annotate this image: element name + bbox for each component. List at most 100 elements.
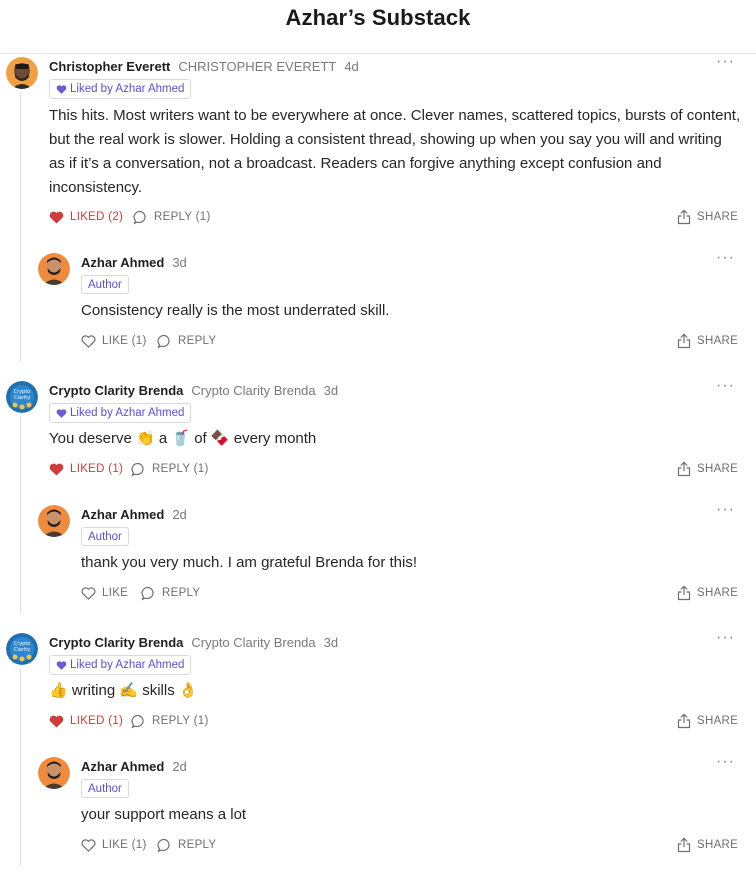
share-button[interactable]: SHARE [677, 711, 738, 731]
liked-by-author-badge: Liked by Azhar Ahmed [49, 655, 192, 675]
like-button[interactable]: LIKE (1) [81, 835, 147, 855]
avatar-crypto-clarity-brenda[interactable]: Crypto Clarity [6, 633, 38, 665]
liked-by-author-badge: Liked by Azhar Ahmed [49, 79, 192, 99]
liked-by-label: Liked by Azhar Ahmed [70, 659, 185, 671]
comment-text: thank you very much. I am grateful Brend… [81, 554, 417, 571]
heart-icon [56, 409, 67, 418]
comment-text: 👍 writing ✍️ skills 👌 [49, 682, 198, 699]
reply-label: REPLY (1) [152, 463, 209, 475]
avatar-christopher[interactable] [6, 57, 38, 89]
like-label: LIKED (1) [70, 715, 124, 727]
reply-button[interactable]: REPLY (1) [131, 711, 209, 731]
share-label: SHARE [697, 463, 739, 475]
more-options-button[interactable]: ··· [716, 53, 735, 71]
avatar-azhar[interactable] [38, 253, 70, 285]
share-icon [677, 209, 691, 225]
header-bar: Azhar’s Substack [0, 0, 756, 54]
author-handle[interactable]: Crypto Clarity Brenda [191, 635, 315, 650]
comment-text: You deserve 👏 a 🥤 of 🍫 every month [49, 430, 317, 447]
like-button[interactable]: LIKED (1) [49, 459, 123, 479]
comment-actions: LIKE (1) REPLY SHARE [81, 331, 741, 351]
comment-meta: Christopher Everett CHRISTOPHER EVERETT … [49, 57, 359, 75]
comment-actions: LIKED (1) REPLY (1) SHARE [49, 711, 741, 731]
reply-button[interactable]: REPLY [157, 331, 216, 351]
comment-actions: LIKED (1) REPLY (1) SHARE [49, 459, 741, 479]
comment-meta: Azhar Ahmed 3d [81, 253, 187, 271]
author-name[interactable]: Azhar Ahmed [81, 759, 164, 774]
reply-label: REPLY (1) [152, 715, 209, 727]
reply-button[interactable]: REPLY (1) [133, 207, 211, 227]
timestamp[interactable]: 4d [344, 59, 358, 74]
comment-meta: Azhar Ahmed 2d [81, 757, 187, 775]
author-name[interactable]: Azhar Ahmed [81, 255, 164, 270]
reply-label: REPLY [178, 335, 217, 347]
like-label: LIKE (1) [102, 335, 147, 347]
like-label: LIKED (2) [70, 211, 124, 223]
timestamp[interactable]: 3d [172, 255, 186, 270]
comment-meta: Crypto Clarity Brenda Crypto Clarity Bre… [49, 633, 338, 651]
reply-button[interactable]: REPLY [141, 583, 200, 603]
share-button[interactable]: SHARE [677, 583, 738, 603]
reply-button[interactable]: REPLY [157, 835, 216, 855]
thread-line [20, 92, 21, 362]
like-button[interactable]: LIKE [81, 583, 128, 603]
avatar-crypto-clarity-brenda[interactable]: Crypto Clarity [6, 381, 38, 413]
speech-bubble-icon [131, 714, 144, 728]
like-label: LIKE [102, 587, 129, 599]
like-button[interactable]: LIKED (1) [49, 711, 123, 731]
page-title[interactable]: Azhar’s Substack [0, 5, 756, 31]
comment-actions: LIKE REPLY SHARE [81, 583, 741, 603]
author-handle[interactable]: CHRISTOPHER EVERETT [178, 59, 336, 74]
author-badge: Author [81, 275, 129, 294]
more-options-button[interactable]: ··· [716, 629, 735, 647]
share-label: SHARE [697, 211, 739, 223]
speech-bubble-icon [157, 334, 170, 348]
reply-label: REPLY [178, 839, 217, 851]
share-button[interactable]: SHARE [677, 459, 738, 479]
like-button[interactable]: LIKE (1) [81, 331, 147, 351]
share-icon [677, 713, 691, 729]
heart-icon [56, 85, 67, 94]
author-name[interactable]: Crypto Clarity Brenda [49, 635, 183, 650]
author-name[interactable]: Crypto Clarity Brenda [49, 383, 183, 398]
timestamp[interactable]: 3d [324, 383, 338, 398]
heart-outline-icon [81, 586, 96, 600]
comment-meta: Crypto Clarity Brenda Crypto Clarity Bre… [49, 381, 338, 399]
avatar-azhar[interactable] [38, 505, 70, 537]
share-icon [677, 461, 691, 477]
speech-bubble-icon [133, 210, 146, 224]
more-options-button[interactable]: ··· [716, 249, 735, 267]
timestamp[interactable]: 3d [324, 635, 338, 650]
share-label: SHARE [697, 587, 739, 599]
share-icon [677, 837, 691, 853]
speech-bubble-icon [131, 462, 144, 476]
timestamp[interactable]: 2d [172, 507, 186, 522]
more-options-button[interactable]: ··· [716, 377, 735, 395]
share-button[interactable]: SHARE [677, 331, 738, 351]
liked-by-label: Liked by Azhar Ahmed [70, 407, 185, 419]
timestamp[interactable]: 2d [172, 759, 186, 774]
reply-button[interactable]: REPLY (1) [131, 459, 209, 479]
author-name[interactable]: Christopher Everett [49, 59, 170, 74]
share-button[interactable]: SHARE [677, 835, 738, 855]
avatar-azhar[interactable] [38, 757, 70, 789]
heart-icon [56, 661, 67, 670]
share-icon [677, 585, 691, 601]
share-icon [677, 333, 691, 349]
thread-line [20, 416, 21, 614]
like-label: LIKE (1) [102, 839, 147, 851]
comment-meta: Azhar Ahmed 2d [81, 505, 187, 523]
svg-text:Clarity: Clarity [14, 395, 30, 401]
like-button[interactable]: LIKED (2) [49, 207, 123, 227]
comment-text: your support means a lot [81, 806, 247, 823]
more-options-button[interactable]: ··· [716, 753, 735, 771]
share-label: SHARE [697, 839, 739, 851]
share-label: SHARE [697, 715, 739, 727]
comment-actions: LIKE (1) REPLY SHARE [81, 835, 741, 855]
author-name[interactable]: Azhar Ahmed [81, 507, 164, 522]
more-options-button[interactable]: ··· [716, 501, 735, 519]
share-button[interactable]: SHARE [677, 207, 738, 227]
share-label: SHARE [697, 335, 739, 347]
author-badge: Author [81, 527, 129, 546]
author-handle[interactable]: Crypto Clarity Brenda [191, 383, 315, 398]
